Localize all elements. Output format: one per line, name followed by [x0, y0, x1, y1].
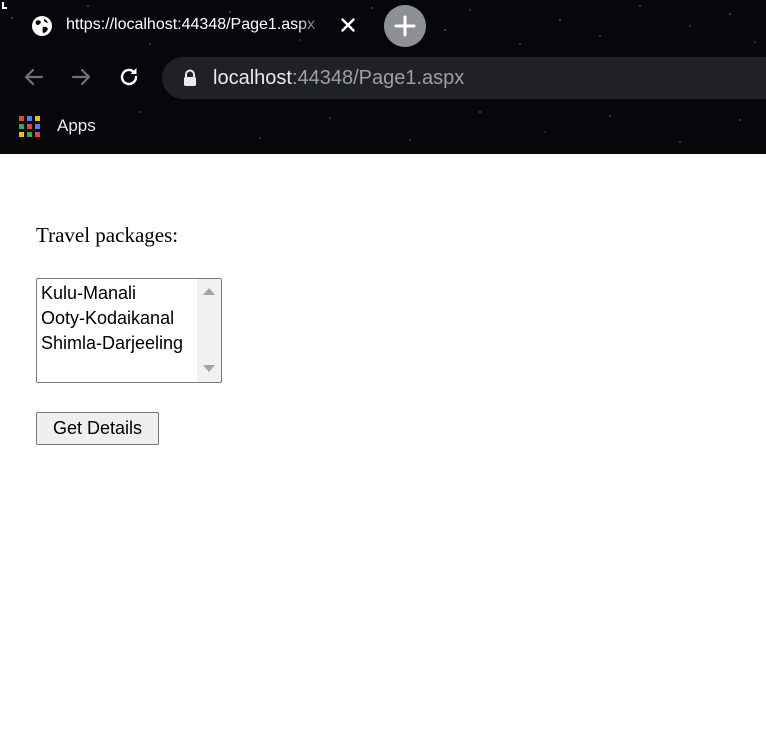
tab-corner-mark — [2, 2, 7, 9]
url-path: :44348/Page1.aspx — [291, 67, 465, 89]
travel-packages-listbox[interactable]: Kulu-Manali Ooty-Kodaikanal Shimla-Darje… — [36, 278, 222, 383]
arrow-right-icon[interactable] — [68, 64, 94, 90]
reload-icon[interactable] — [116, 64, 142, 90]
listbox-scrollbar[interactable] — [197, 279, 221, 382]
tab-title: https://localhost:44348/Page1.aspx — [66, 16, 316, 33]
browser-chrome: https://localhost:44348/Page1.aspx local… — [0, 0, 766, 154]
list-option[interactable]: Ooty-Kodaikanal — [41, 306, 183, 331]
listbox-options: Kulu-Manali Ooty-Kodaikanal Shimla-Darje… — [41, 281, 183, 356]
new-tab-button[interactable] — [384, 5, 426, 47]
apps-label: Apps — [57, 116, 96, 135]
close-icon[interactable] — [336, 13, 360, 37]
page-heading: Travel packages: — [36, 223, 179, 247]
list-option[interactable]: Shimla-Darjeeling — [41, 331, 183, 356]
url-text: localhost:44348/Page1.aspx — [213, 66, 464, 90]
arrow-left-icon[interactable] — [21, 64, 47, 90]
browser-tab[interactable]: https://localhost:44348/Page1.aspx — [0, 0, 366, 52]
lock-icon[interactable] — [182, 69, 198, 87]
scroll-up-arrow-icon[interactable] — [203, 288, 215, 295]
globe-icon — [32, 16, 52, 36]
url-host: localhost — [213, 67, 292, 89]
apps-grid-icon — [18, 115, 40, 137]
list-option[interactable]: Kulu-Manali — [41, 281, 183, 306]
get-details-button[interactable]: Get Details — [36, 412, 159, 445]
bookmark-apps[interactable]: Apps — [18, 114, 96, 138]
scroll-down-arrow-icon[interactable] — [203, 365, 215, 372]
address-bar[interactable]: localhost:44348/Page1.aspx — [162, 57, 766, 99]
